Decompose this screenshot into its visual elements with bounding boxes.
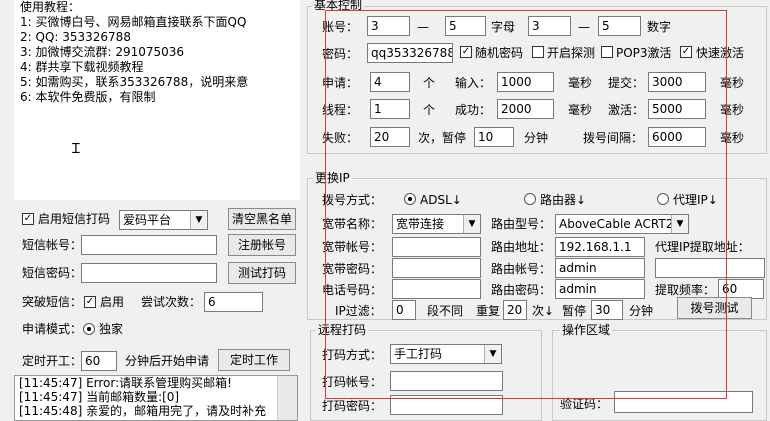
breakthrough-label: 突破短信：	[22, 295, 83, 309]
tutorial-line: 1: 买微博白号、网易邮箱直接联系下面QQ	[20, 15, 247, 29]
chevron-down-icon: ▼	[190, 211, 207, 229]
breakthrough-checkbox[interactable]: ✓	[84, 296, 96, 308]
test-captcha-button[interactable]: 测试打码	[228, 262, 296, 284]
tutorial-line: 4: 群共享下载视频教程	[20, 60, 144, 74]
tutorial-line: 2: QQ: 353326788	[20, 30, 131, 44]
log-entry: [11:45:47] Error:请联系管理购买邮箱!	[19, 376, 232, 390]
attempts-label: 尝试次数：	[141, 295, 202, 309]
timer-label: 定时开工：	[22, 354, 83, 368]
register-account-button[interactable]: 注册帐号	[228, 234, 296, 256]
tutorial-textarea[interactable]: 使用教程： 1: 买微博白号、网易邮箱直接联系下面QQ 2: QQ: 35332…	[14, 0, 300, 200]
sms-password-field[interactable]	[81, 263, 217, 283]
timer-field[interactable]: 60	[81, 351, 117, 371]
attempts-field[interactable]: 6	[204, 292, 263, 312]
sms-enable-checkbox[interactable]: ✓	[22, 213, 34, 225]
tutorial-line: 6: 本软件免费版，有限制	[20, 90, 156, 104]
tutorial-title: 使用教程：	[20, 0, 81, 14]
sms-enable-label: 启用短信打码	[38, 212, 111, 226]
sms-account-field[interactable]	[81, 235, 217, 255]
log-list[interactable]: [11:45:47] Error:请联系管理购买邮箱! [11:45:47] 当…	[14, 375, 298, 421]
clear-blacklist-button[interactable]: 清空黑名单	[228, 208, 296, 230]
exclusive-radio[interactable]	[83, 323, 95, 335]
log-entry: [11:45:47] 当前邮箱数量:[0]	[19, 390, 180, 404]
captcha-password-label: 打码密码：	[322, 399, 383, 413]
tutorial-line: 3: 加微博交流群: 291075036	[20, 45, 185, 59]
tutorial-line: 5: 如需购买，联系353326788，说明来意	[20, 75, 249, 89]
log-scrollbar[interactable]	[277, 376, 297, 420]
sms-account-label: 短信帐号：	[22, 238, 83, 252]
highlight-frame	[325, 10, 727, 399]
breakthrough-enable-label: 启用	[100, 295, 125, 309]
timer-suffix: 分钟后开始申请	[125, 354, 210, 368]
sms-platform-value: 爱码平台	[123, 213, 172, 227]
apply-mode-label: 申请模式：	[22, 322, 83, 336]
sms-platform-select[interactable]: 爱码平台 ▼	[119, 210, 208, 230]
sms-password-label: 短信密码：	[22, 266, 83, 280]
log-entry: [11:45:48] 亲爱的，邮箱用完了，请及时补充	[19, 404, 267, 418]
text-cursor-icon: Ɪ	[72, 141, 80, 157]
timer-work-button[interactable]: 定时工作	[218, 349, 290, 371]
exclusive-label: 独家	[99, 322, 124, 336]
